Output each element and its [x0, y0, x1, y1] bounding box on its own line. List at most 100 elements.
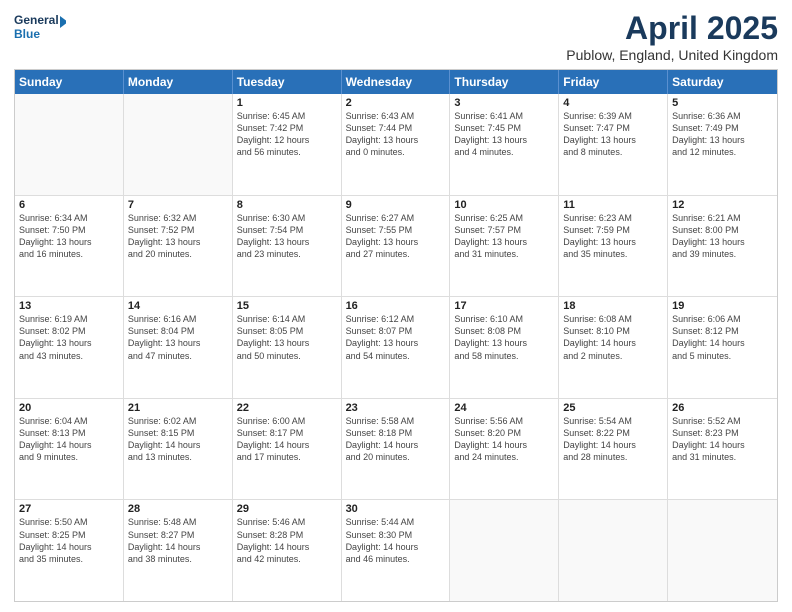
calendar-empty-cell — [668, 500, 777, 601]
cell-text-line: Daylight: 14 hours — [346, 541, 446, 553]
logo: General Blue — [14, 10, 66, 46]
cell-text-line: and 4 minutes. — [454, 146, 554, 158]
cell-text-line: and 27 minutes. — [346, 248, 446, 260]
day-number: 9 — [346, 199, 446, 211]
cell-text-line: and 13 minutes. — [128, 451, 228, 463]
cell-text-line: Sunrise: 6:32 AM — [128, 212, 228, 224]
cell-text-line: Sunrise: 6:45 AM — [237, 110, 337, 122]
cell-text-line: Sunrise: 6:27 AM — [346, 212, 446, 224]
calendar-header-cell: Monday — [124, 70, 233, 94]
calendar-day-cell: 28Sunrise: 5:48 AMSunset: 8:27 PMDayligh… — [124, 500, 233, 601]
day-number: 28 — [128, 503, 228, 515]
subtitle: Publow, England, United Kingdom — [566, 47, 778, 63]
cell-text-line: and 43 minutes. — [19, 350, 119, 362]
cell-text-line: and 9 minutes. — [19, 451, 119, 463]
calendar-day-cell: 19Sunrise: 6:06 AMSunset: 8:12 PMDayligh… — [668, 297, 777, 398]
cell-text-line: Sunrise: 6:14 AM — [237, 313, 337, 325]
calendar-week-row: 1Sunrise: 6:45 AMSunset: 7:42 PMDaylight… — [15, 94, 777, 196]
cell-text-line: Sunset: 8:07 PM — [346, 325, 446, 337]
cell-text-line: Daylight: 12 hours — [237, 134, 337, 146]
cell-text-line: and 2 minutes. — [563, 350, 663, 362]
cell-text-line: Daylight: 13 hours — [454, 134, 554, 146]
cell-text-line: and 47 minutes. — [128, 350, 228, 362]
cell-text-line: Sunrise: 6:25 AM — [454, 212, 554, 224]
calendar-day-cell: 22Sunrise: 6:00 AMSunset: 8:17 PMDayligh… — [233, 399, 342, 500]
day-number: 17 — [454, 300, 554, 312]
cell-text-line: and 31 minutes. — [454, 248, 554, 260]
day-number: 18 — [563, 300, 663, 312]
day-number: 23 — [346, 402, 446, 414]
cell-text-line: Sunset: 8:12 PM — [672, 325, 773, 337]
day-number: 7 — [128, 199, 228, 211]
day-number: 21 — [128, 402, 228, 414]
cell-text-line: Sunset: 7:54 PM — [237, 224, 337, 236]
calendar-day-cell: 12Sunrise: 6:21 AMSunset: 8:00 PMDayligh… — [668, 196, 777, 297]
calendar-day-cell: 1Sunrise: 6:45 AMSunset: 7:42 PMDaylight… — [233, 94, 342, 195]
day-number: 6 — [19, 199, 119, 211]
cell-text-line: Sunrise: 6:06 AM — [672, 313, 773, 325]
cell-text-line: and 35 minutes. — [563, 248, 663, 260]
cell-text-line: and 28 minutes. — [563, 451, 663, 463]
cell-text-line: Sunset: 8:18 PM — [346, 427, 446, 439]
calendar-day-cell: 20Sunrise: 6:04 AMSunset: 8:13 PMDayligh… — [15, 399, 124, 500]
calendar-day-cell: 4Sunrise: 6:39 AMSunset: 7:47 PMDaylight… — [559, 94, 668, 195]
day-number: 15 — [237, 300, 337, 312]
cell-text-line: Daylight: 14 hours — [563, 439, 663, 451]
calendar-day-cell: 23Sunrise: 5:58 AMSunset: 8:18 PMDayligh… — [342, 399, 451, 500]
cell-text-line: Sunset: 7:50 PM — [19, 224, 119, 236]
calendar-week-row: 6Sunrise: 6:34 AMSunset: 7:50 PMDaylight… — [15, 196, 777, 298]
cell-text-line: Sunset: 8:05 PM — [237, 325, 337, 337]
cell-text-line: Sunrise: 6:30 AM — [237, 212, 337, 224]
cell-text-line: Sunrise: 6:12 AM — [346, 313, 446, 325]
svg-text:General: General — [14, 13, 59, 27]
cell-text-line: Sunset: 7:47 PM — [563, 122, 663, 134]
cell-text-line: Sunrise: 5:58 AM — [346, 415, 446, 427]
cell-text-line: and 5 minutes. — [672, 350, 773, 362]
cell-text-line: and 35 minutes. — [19, 553, 119, 565]
cell-text-line: Sunset: 8:30 PM — [346, 529, 446, 541]
day-number: 3 — [454, 97, 554, 109]
calendar-header-cell: Wednesday — [342, 70, 451, 94]
cell-text-line: Daylight: 13 hours — [19, 337, 119, 349]
cell-text-line: and 20 minutes. — [128, 248, 228, 260]
calendar-day-cell: 16Sunrise: 6:12 AMSunset: 8:07 PMDayligh… — [342, 297, 451, 398]
cell-text-line: Sunset: 8:04 PM — [128, 325, 228, 337]
cell-text-line: Sunset: 7:57 PM — [454, 224, 554, 236]
cell-text-line: and 24 minutes. — [454, 451, 554, 463]
cell-text-line: Sunset: 7:55 PM — [346, 224, 446, 236]
cell-text-line: and 12 minutes. — [672, 146, 773, 158]
calendar-header-cell: Friday — [559, 70, 668, 94]
cell-text-line: Sunset: 8:27 PM — [128, 529, 228, 541]
calendar-day-cell: 13Sunrise: 6:19 AMSunset: 8:02 PMDayligh… — [15, 297, 124, 398]
cell-text-line: Sunset: 8:28 PM — [237, 529, 337, 541]
calendar-header: SundayMondayTuesdayWednesdayThursdayFrid… — [15, 70, 777, 94]
cell-text-line: Daylight: 13 hours — [454, 236, 554, 248]
cell-text-line: Sunset: 7:49 PM — [672, 122, 773, 134]
cell-text-line: Daylight: 13 hours — [346, 337, 446, 349]
logo-svg: General Blue — [14, 10, 66, 46]
calendar-day-cell: 5Sunrise: 6:36 AMSunset: 7:49 PMDaylight… — [668, 94, 777, 195]
calendar-week-row: 27Sunrise: 5:50 AMSunset: 8:25 PMDayligh… — [15, 500, 777, 601]
cell-text-line: Sunrise: 6:10 AM — [454, 313, 554, 325]
cell-text-line: Daylight: 13 hours — [346, 134, 446, 146]
cell-text-line: Sunrise: 5:44 AM — [346, 516, 446, 528]
day-number: 1 — [237, 97, 337, 109]
cell-text-line: Sunset: 7:52 PM — [128, 224, 228, 236]
cell-text-line: Sunrise: 6:02 AM — [128, 415, 228, 427]
cell-text-line: and 58 minutes. — [454, 350, 554, 362]
cell-text-line: and 39 minutes. — [672, 248, 773, 260]
cell-text-line: and 54 minutes. — [346, 350, 446, 362]
cell-text-line: Daylight: 13 hours — [128, 337, 228, 349]
cell-text-line: Sunrise: 6:00 AM — [237, 415, 337, 427]
cell-text-line: Sunrise: 6:21 AM — [672, 212, 773, 224]
calendar-body: 1Sunrise: 6:45 AMSunset: 7:42 PMDaylight… — [15, 94, 777, 601]
cell-text-line: Sunrise: 6:36 AM — [672, 110, 773, 122]
day-number: 11 — [563, 199, 663, 211]
calendar-day-cell: 6Sunrise: 6:34 AMSunset: 7:50 PMDaylight… — [15, 196, 124, 297]
day-number: 12 — [672, 199, 773, 211]
calendar-day-cell: 9Sunrise: 6:27 AMSunset: 7:55 PMDaylight… — [342, 196, 451, 297]
day-number: 25 — [563, 402, 663, 414]
day-number: 26 — [672, 402, 773, 414]
day-number: 24 — [454, 402, 554, 414]
day-number: 4 — [563, 97, 663, 109]
